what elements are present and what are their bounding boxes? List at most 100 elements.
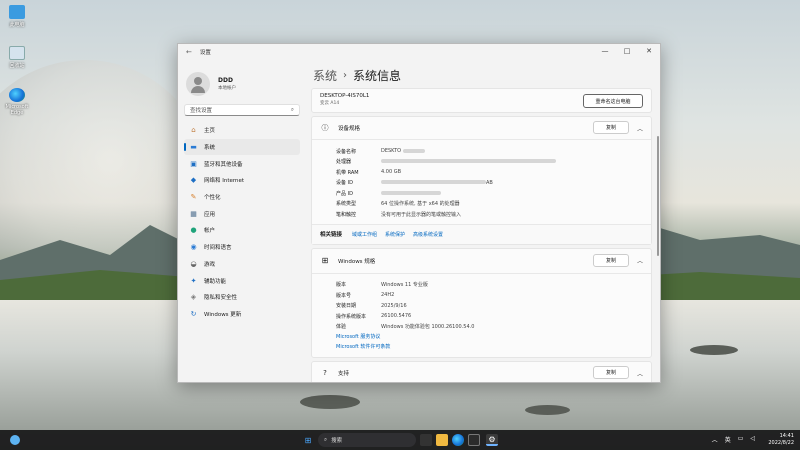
windows-specs-title: Windows 规格 [338,258,376,265]
support-header[interactable]: ? 支持 复制 ︿ [312,362,651,382]
task-view-icon[interactable] [420,434,432,446]
bluetooth-icon: ▣ [190,159,197,168]
sidebar-item-privacy[interactable]: ◈ 隐私和安全性 [184,289,300,306]
sidebar-item-network[interactable]: ◆ 网络和 Internet [184,172,300,189]
title-bar: ← 设置 [178,44,660,60]
taskbar-search[interactable]: ⌕ 搜索 [318,433,416,447]
network-icon[interactable]: ▭ [738,435,744,444]
search-icon: ⌕ [324,436,328,443]
related-links-label: 相关链接 [320,232,343,238]
spec-row: 安装日期 2025/9/16 [336,302,407,310]
sidebar-nav: ⌂ 主页 ▬ 系统 ▣ 蓝牙和其他设备 ◆ 网络和 Internet ✎ 个性化 ▦ 应用 … [178,122,306,322]
apps-icon: ▦ [190,209,197,218]
spec-row: 笔和触控 没有可用于此显示器的笔或触控输入 [336,211,462,218]
desktop-icon-edge[interactable]: Microsoft Edge [3,88,31,116]
breadcrumb-parent[interactable]: 系统 [313,67,337,84]
weather-widget-icon[interactable] [10,435,20,445]
device-specs-title: 设备规格 [338,126,361,132]
search-input[interactable]: 查找设置 ⌕ [184,104,300,116]
sidebar-item-home[interactable]: ⌂ 主页 [184,122,300,139]
volume-icon[interactable]: ◁ [750,435,755,444]
accessibility-icon: ✦ [190,276,197,285]
spec-row: 设备名称 DESKTO [312,146,651,157]
spec-row: 操作系统版本 26100.5476 [336,313,412,320]
copy-device-specs-button[interactable]: 复制 [593,121,629,134]
windows-logo-icon: ⊞ [321,256,329,265]
device-specs-header[interactable]: ⓘ 设备规格 复制 ︿ [312,117,651,139]
link-advanced-system-settings[interactable]: 高级系统设置 [413,231,443,238]
desktop-icon-recycle-bin[interactable]: 回收站 [3,46,31,69]
link-service-agreement[interactable]: Microsoft 服务协议 [312,332,651,342]
close-button[interactable]: ✕ [638,44,660,58]
support-title: 支持 [338,371,350,377]
sidebar-item-gaming[interactable]: ◒ 游戏 [184,256,300,273]
copy-support-button[interactable]: 复制 [593,366,629,379]
windows-specs-card: ⊞ Windows 规格 复制 ︿ 版本 Windows 11 专业版 版本号 24… [311,247,652,358]
maximize-button[interactable]: □ [616,44,638,58]
link-license-terms[interactable]: Microsoft 软件许可条款 [312,342,651,352]
clock[interactable]: 14:41 2022/8/22 [768,433,794,447]
input-language[interactable]: 英 [725,435,731,444]
link-domain-workgroup[interactable]: 域或工作组 [352,231,377,238]
chevron-up-icon[interactable]: ︿ [637,256,643,265]
link-system-protection[interactable]: 系统保护 [385,231,405,238]
device-card: DESKTOP-4IS70L1 变云 A14 重命名这台电脑 [311,88,652,113]
sidebar-item-system[interactable]: ▬ 系统 [184,138,300,156]
spec-row: 处理器 [312,157,651,168]
scrollbar[interactable] [657,136,659,256]
sidebar-item-windows-update[interactable]: ↻ Windows 更新 [184,306,300,323]
sidebar-item-accounts[interactable]: ● 帐户 [184,222,300,239]
rename-pc-button[interactable]: 重命名这台电脑 [583,94,643,108]
start-windows-icon[interactable]: ⊞ [302,434,314,446]
desktop-icon-this-pc[interactable]: 此电脑 [3,5,31,28]
edge-icon[interactable] [452,434,464,446]
settings-gear-icon[interactable]: ⚙ [486,434,498,446]
sidebar-item-personalization[interactable]: ✎ 个性化 [184,189,300,206]
edge-icon [9,88,25,102]
spec-row: 系统类型 64 位操作系统, 基于 x64 的处理器 [336,201,460,208]
info-icon: ⓘ [321,124,329,132]
home-icon: ⌂ [191,126,196,135]
sidebar-item-accessibility[interactable]: ✦ 辅助功能 [184,272,300,289]
search-placeholder: 查找设置 [190,108,213,114]
user-name: DDD [218,77,233,84]
back-arrow-icon[interactable]: ← [186,48,192,56]
account-icon: ● [190,226,197,235]
copy-windows-specs-button[interactable]: 复制 [593,253,629,267]
windows-specs-rows: 版本 Windows 11 专业版 版本号 24H2 安装日期 2025/9/16 操… [312,272,651,358]
clock-time: 14:41 [779,433,794,439]
sidebar: DDD 本地帐户 查找设置 ⌕ ⌂ 主页 ▬ 系统 ▣ 蓝牙和其他设备 ◆ 网络和 In… [178,62,306,382]
windows-specs-header[interactable]: ⊞ Windows 规格 复制 ︿ [312,249,651,273]
avatar [186,72,210,96]
window-title: 设置 [199,50,211,56]
chevron-up-icon[interactable]: ︿ [637,124,643,133]
support-card: ? 支持 复制 ︿ [311,361,652,382]
user-profile[interactable]: DDD 本地帐户 [178,62,306,100]
main-content: 系统 › 系统信息 DESKTOP-4IS70L1 变云 A14 重命名这台电脑… [311,62,652,382]
user-account-type: 本地帐户 [218,86,236,91]
monitor-icon [9,5,25,19]
recycle-bin-icon [9,46,25,60]
spec-row: 设备 ID AB [336,179,493,187]
brush-icon: ✎ [190,193,197,202]
chevron-up-icon[interactable]: ︿ [712,435,718,444]
device-specs-card: ⓘ 设备规格 复制 ︿ 设备名称 DESKTO 处理器 机带 RAM 4.00 GB… [311,116,652,245]
related-links: 相关链接 域或工作组 系统保护 高级系统设置 [312,223,651,244]
wifi-icon: ◆ [190,176,197,185]
sidebar-item-time-language[interactable]: ◉ 时间和语言 [184,239,300,256]
spec-row: 体验 Windows 功能体验包 1000.26100.54.0 [336,324,475,331]
system-icon: ▬ [190,143,197,152]
update-icon: ↻ [190,309,197,318]
sidebar-item-bluetooth[interactable]: ▣ 蓝牙和其他设备 [184,155,300,172]
minimize-button[interactable]: — [594,44,616,58]
breadcrumb-separator: › [343,69,348,81]
taskbar: ⊞ ⌕ 搜索 ⚙ ︿ 英 ▭ ◁ 14:41 2022/8/22 [0,430,800,450]
store-icon[interactable] [468,434,480,446]
spec-row: 版本 Windows 11 专业版 [336,282,428,289]
sidebar-item-apps[interactable]: ▦ 应用 [184,205,300,222]
wallpaper-rock [525,405,570,415]
globe-icon: ◉ [190,243,197,252]
file-explorer-icon[interactable] [436,434,448,446]
chevron-up-icon[interactable]: ︿ [637,369,643,378]
settings-window: ← 设置 — □ ✕ DDD 本地帐户 查找设置 ⌕ ⌂ 主页 ▬ 系统 ▣ 蓝牙和其… [177,43,661,383]
